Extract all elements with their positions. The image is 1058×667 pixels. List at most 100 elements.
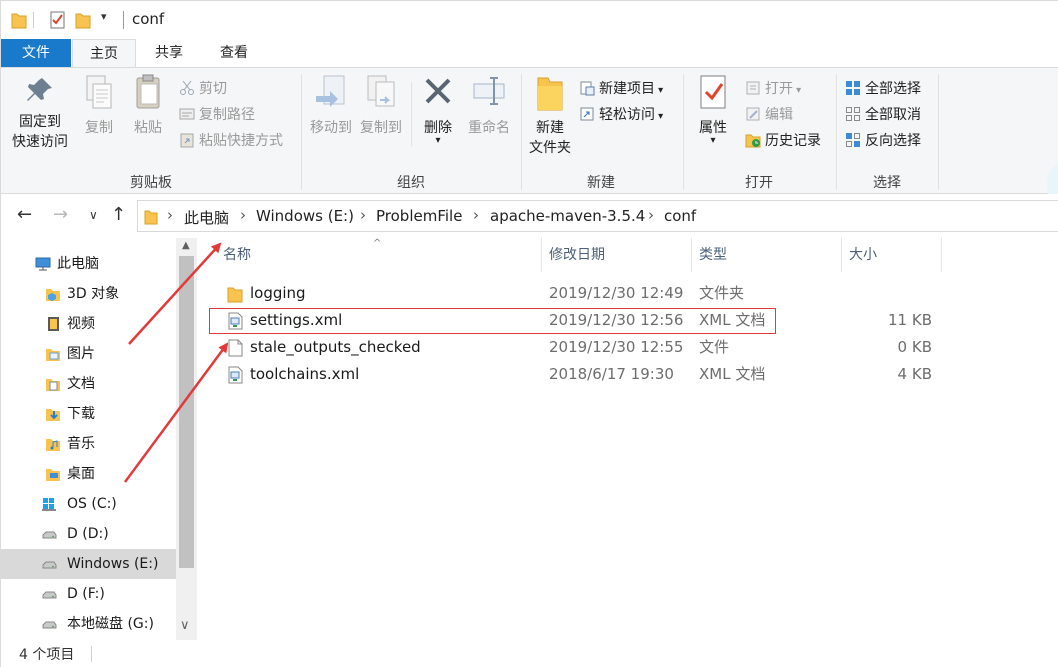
- nav-item-d-f[interactable]: D (F:): [1, 579, 176, 609]
- breadcrumb-chevron-icon[interactable]: ›: [648, 206, 654, 224]
- copy-button[interactable]: 复制: [79, 74, 119, 138]
- nav-item-windows-e[interactable]: Windows (E:): [1, 549, 176, 579]
- address-bar[interactable]: › 此电脑 › Windows (E:) › ProblemFile › apa…: [137, 200, 1058, 232]
- select-none-icon: [846, 107, 860, 121]
- tab-home[interactable]: 主页: [72, 39, 136, 68]
- nav-pane-scrollbar[interactable]: ▲ ∨: [176, 238, 197, 640]
- new-folder-icon[interactable]: [75, 11, 91, 29]
- column-header-date[interactable]: 修改日期: [549, 238, 605, 272]
- nav-item-this-pc[interactable]: 此电脑: [1, 249, 176, 279]
- windows-drive-icon: [42, 498, 56, 511]
- nav-item-label: 下载: [67, 406, 95, 422]
- open-button[interactable]: 打开 ▾: [745, 78, 801, 102]
- column-divider[interactable]: [841, 238, 842, 272]
- file-type: XML 文档: [699, 311, 766, 329]
- nav-item-downloads[interactable]: 下载: [1, 399, 176, 429]
- drive-icon: [42, 621, 57, 629]
- select-all-button[interactable]: 全部选择: [845, 78, 921, 100]
- nav-item-desktop[interactable]: 桌面: [1, 459, 176, 489]
- music-folder-icon: [46, 439, 60, 451]
- invert-selection-button[interactable]: 反向选择: [845, 130, 921, 152]
- copy-path-button[interactable]: 复制路径: [179, 104, 255, 126]
- paste-button[interactable]: 粘贴: [127, 74, 169, 138]
- column-header-type[interactable]: 类型: [699, 238, 727, 272]
- tab-share[interactable]: 共享: [137, 39, 201, 67]
- column-header-name[interactable]: 名称: [223, 238, 251, 272]
- delete-button[interactable]: 删除 ▾: [419, 74, 457, 146]
- scrollbar-thumb[interactable]: [179, 256, 194, 568]
- column-header-size[interactable]: 大小: [849, 238, 877, 272]
- breadcrumb-chevron-icon[interactable]: ›: [167, 206, 173, 224]
- cut-button[interactable]: 剪切: [179, 78, 227, 100]
- nav-item-music[interactable]: 音乐: [1, 429, 176, 459]
- file-size: 0 KB: [897, 338, 932, 356]
- video-folder-icon: [48, 317, 59, 331]
- file-row[interactable]: logging 2019/12/30 12:49 文件夹: [197, 280, 1058, 307]
- nav-item-3d-objects[interactable]: 3D 对象: [1, 279, 176, 309]
- nav-item-pictures[interactable]: 图片: [1, 339, 176, 369]
- cut-label: 剪切: [199, 81, 227, 97]
- nav-item-documents[interactable]: 文档: [1, 369, 176, 399]
- column-divider[interactable]: [941, 238, 942, 272]
- folder-icon: [144, 210, 158, 225]
- breadcrumb-item-conf[interactable]: conf: [664, 207, 696, 225]
- column-divider[interactable]: [691, 238, 692, 272]
- easy-access-icon: [580, 107, 594, 121]
- breadcrumb-chevron-icon[interactable]: ›: [473, 206, 479, 224]
- nav-item-label: 桌面: [67, 466, 95, 482]
- copy-path-icon: [179, 108, 195, 120]
- file-row[interactable]: stale_outputs_checked 2019/12/30 12:55 文…: [197, 334, 1058, 361]
- recent-locations-chevron-down-icon[interactable]: ∨: [89, 208, 98, 222]
- select-none-button[interactable]: 全部取消: [845, 104, 921, 126]
- breadcrumb-chevron-icon[interactable]: ›: [360, 206, 366, 224]
- forward-arrow-icon[interactable]: →: [53, 204, 68, 225]
- pin-to-quick-access-button[interactable]: 固定到 快速访问: [9, 74, 71, 152]
- nav-item-label: D (F:): [67, 586, 105, 602]
- breadcrumb-item-windows-e[interactable]: Windows (E:): [256, 207, 354, 225]
- edit-button[interactable]: 编辑: [745, 104, 793, 126]
- file-date: 2019/12/30 12:56: [549, 311, 684, 329]
- scroll-down-chevron-icon[interactable]: ∨: [180, 618, 190, 633]
- new-item-button[interactable]: 新建项目 ▾: [579, 78, 663, 102]
- rename-button[interactable]: 重命名: [463, 74, 515, 138]
- select-all-label: 全部选择: [865, 81, 921, 97]
- invert-selection-label: 反向选择: [865, 133, 921, 149]
- tab-view[interactable]: 查看: [202, 39, 266, 67]
- file-row[interactable]: toolchains.xml 2018/6/17 19:30 XML 文档 4 …: [197, 361, 1058, 388]
- breadcrumb-item-problemfile[interactable]: ProblemFile: [376, 207, 462, 225]
- scroll-up-icon[interactable]: ▲: [182, 240, 190, 251]
- tab-file[interactable]: 文件: [1, 39, 71, 67]
- up-arrow-icon[interactable]: ↑: [111, 204, 126, 225]
- nav-item-label: 文档: [67, 376, 95, 392]
- new-folder-button[interactable]: 新建 文件夹: [527, 74, 573, 158]
- file-row[interactable]: settings.xml 2019/12/30 12:56 XML 文档 11 …: [197, 307, 1058, 334]
- sort-ascending-icon: ^: [373, 238, 382, 249]
- copy-to-button[interactable]: 复制到: [357, 74, 405, 138]
- properties-label: 属性: [699, 120, 727, 136]
- history-button[interactable]: 历史记录: [745, 130, 821, 152]
- back-arrow-icon[interactable]: ←: [17, 204, 32, 225]
- nav-item-os-c[interactable]: OS (C:): [1, 489, 176, 519]
- divider: [91, 646, 92, 662]
- properties-dropdown-icon[interactable]: ▾: [691, 136, 735, 146]
- nav-item-videos[interactable]: 视频: [1, 309, 176, 339]
- move-to-button[interactable]: 移动到: [307, 74, 355, 138]
- properties-button[interactable]: 属性 ▾: [691, 74, 735, 146]
- delete-dropdown-icon[interactable]: ▾: [419, 136, 457, 146]
- breadcrumb-chevron-icon[interactable]: ›: [240, 206, 246, 224]
- column-divider[interactable]: [541, 238, 542, 272]
- paste-shortcut-button[interactable]: 粘贴快捷方式: [179, 130, 283, 152]
- breadcrumb-item-this-pc[interactable]: 此电脑: [184, 207, 229, 228]
- nav-item-local-disk-g[interactable]: 本地磁盘 (G:): [1, 609, 176, 639]
- dropdown-arrow-icon: ▾: [655, 111, 664, 122]
- 3d-objects-icon: [46, 289, 60, 301]
- breadcrumb-item-apache-maven[interactable]: apache-maven-3.5.4: [490, 207, 645, 225]
- nav-item-d-drive[interactable]: D (D:): [1, 519, 176, 549]
- easy-access-button[interactable]: 轻松访问 ▾: [579, 104, 663, 128]
- customize-quick-access-icon[interactable]: ▾: [101, 10, 107, 28]
- paste-shortcut-label: 粘贴快捷方式: [199, 133, 283, 149]
- file-name: toolchains.xml: [250, 365, 360, 383]
- downloads-folder-icon: [46, 409, 60, 421]
- navigation-bar: ← → ∨ ↑ › 此电脑 › Windows (E:) › ProblemFi…: [1, 194, 1058, 238]
- properties-check-icon[interactable]: [49, 11, 67, 29]
